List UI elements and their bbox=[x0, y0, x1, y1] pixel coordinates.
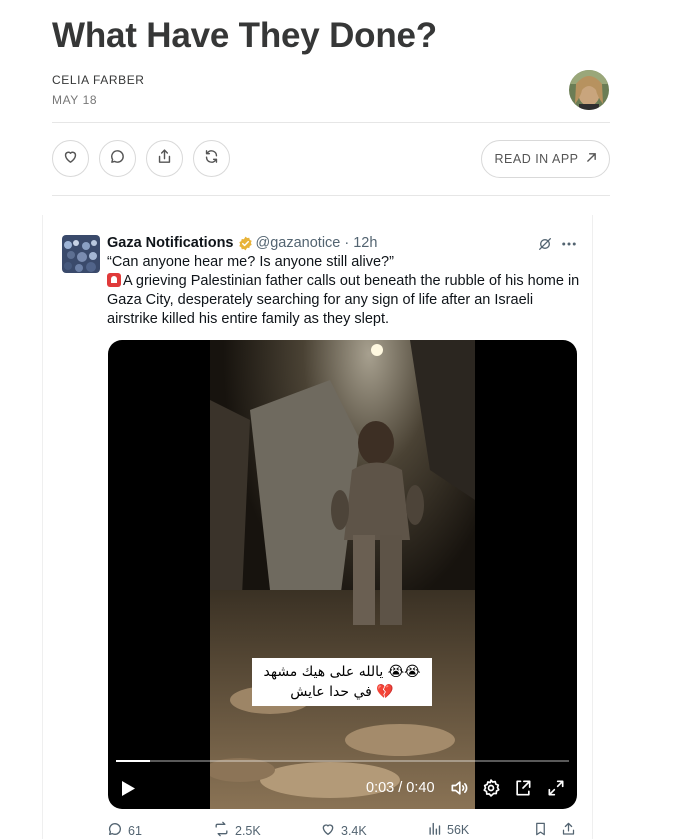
like-icon bbox=[320, 821, 336, 840]
author-avatar[interactable] bbox=[569, 70, 609, 110]
share-up-icon bbox=[561, 821, 576, 840]
volume-icon[interactable] bbox=[449, 778, 469, 803]
tweet-share-button[interactable] bbox=[561, 821, 576, 840]
reply-icon bbox=[107, 821, 123, 840]
tweet-separator: · bbox=[344, 235, 350, 251]
video-progress-bar[interactable] bbox=[116, 760, 569, 762]
reply-count: 61 bbox=[128, 823, 142, 838]
post-title: What Have They Done? bbox=[52, 16, 437, 55]
read-in-app-button[interactable]: READ IN APP bbox=[481, 140, 610, 178]
divider-top bbox=[52, 122, 610, 123]
fullscreen-icon[interactable] bbox=[546, 778, 566, 803]
views-count: 56K bbox=[447, 823, 470, 837]
comment-icon bbox=[109, 148, 126, 170]
tweet-body: A grieving Palestinian father calls out … bbox=[107, 273, 580, 327]
bookmark-button[interactable] bbox=[533, 821, 548, 840]
video-player[interactable]: يالله على هيك مشهد 😭😭 في حدا عايش 💔 0:03… bbox=[108, 340, 577, 809]
video-caption-line-1: يالله على هيك مشهد 😭😭 bbox=[263, 664, 421, 680]
reply-action[interactable]: 61 bbox=[107, 821, 142, 840]
video-frame bbox=[210, 340, 475, 809]
post-date: MAY 18 bbox=[52, 93, 98, 107]
video-progress-fill bbox=[116, 760, 150, 762]
video-timecode: 0:03 / 0:40 bbox=[366, 780, 435, 796]
read-in-app-label: READ IN APP bbox=[494, 152, 579, 166]
views-icon bbox=[427, 821, 442, 839]
repost-count: 2.5K bbox=[235, 823, 261, 838]
picture-in-picture-icon[interactable] bbox=[513, 778, 533, 803]
restack-icon bbox=[203, 148, 220, 170]
repost-icon bbox=[213, 821, 230, 840]
repost-action[interactable]: 2.5K bbox=[213, 821, 261, 840]
like-button[interactable] bbox=[52, 140, 89, 177]
video-caption-line-2: في حدا عايش 💔 bbox=[290, 684, 394, 700]
play-icon[interactable] bbox=[120, 780, 136, 802]
tweet-text: “Can anyone hear me? Is anyone still ali… bbox=[107, 253, 587, 329]
tweet-time[interactable]: 12h bbox=[353, 235, 377, 251]
divider-bottom bbox=[52, 195, 610, 196]
share-icon bbox=[156, 148, 173, 170]
settings-icon[interactable] bbox=[481, 778, 501, 803]
siren-icon bbox=[107, 273, 121, 287]
tweet-author-name[interactable]: Gaza Notifications bbox=[107, 235, 234, 251]
like-count: 3.4K bbox=[341, 823, 367, 838]
tweet-quote: “Can anyone hear me? Is anyone still ali… bbox=[107, 254, 394, 270]
share-button[interactable] bbox=[146, 140, 183, 177]
views-action[interactable]: 56K bbox=[427, 821, 469, 839]
restack-button[interactable] bbox=[193, 140, 230, 177]
bookmark-icon bbox=[533, 821, 548, 840]
video-caption: يالله على هيك مشهد 😭😭 في حدا عايش 💔 bbox=[252, 658, 432, 706]
verified-badge-icon bbox=[238, 236, 253, 251]
arrow-up-right-icon bbox=[586, 152, 597, 166]
tweet-author-avatar[interactable] bbox=[62, 235, 100, 273]
author-name[interactable]: CELIA FARBER bbox=[52, 73, 145, 87]
tweet-handle[interactable]: @gazanotice bbox=[256, 235, 341, 251]
like-action[interactable]: 3.4K bbox=[320, 821, 367, 840]
heart-icon bbox=[62, 148, 79, 170]
comment-button[interactable] bbox=[99, 140, 136, 177]
tweet-header: Gaza Notifications @gazanotice · 12h bbox=[107, 235, 377, 251]
